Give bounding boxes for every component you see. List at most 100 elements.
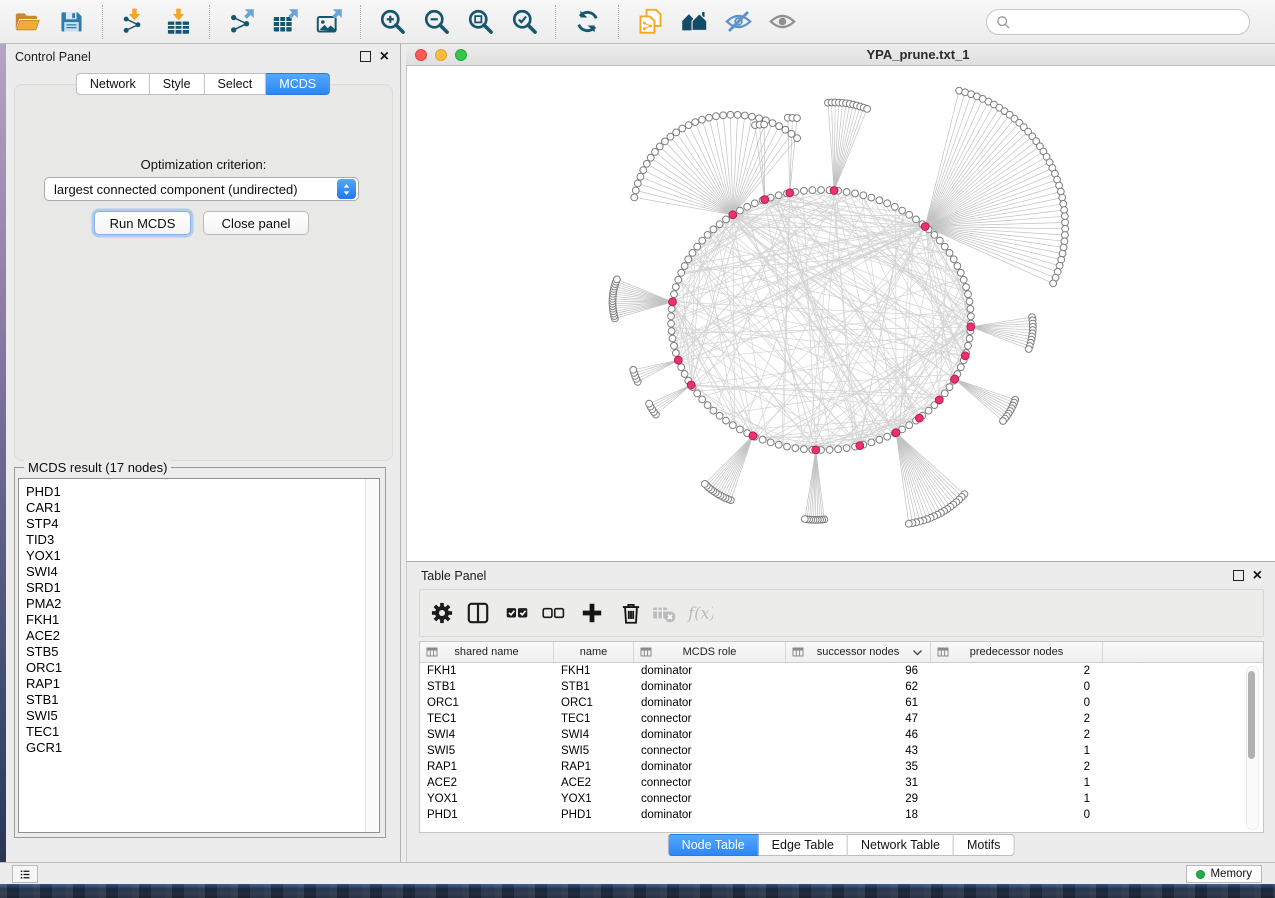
memory-status-dot <box>1196 870 1205 879</box>
select-all-button[interactable] <box>503 600 531 628</box>
mcds-result-item[interactable]: TEC1 <box>19 724 379 740</box>
network-graph[interactable] <box>407 66 1275 561</box>
table-row[interactable]: ORC1ORC1dominator610 <box>420 695 1263 711</box>
toolbar-separator <box>555 5 556 39</box>
mcds-result-item[interactable]: PMA2 <box>19 596 379 612</box>
network-canvas[interactable] <box>406 66 1275 561</box>
column-header-mcds-role[interactable]: MCDS role <box>634 642 786 662</box>
mcds-result-item[interactable]: ACE2 <box>19 628 379 644</box>
table-body: FKH1FKH1dominator962STB1STB1dominator620… <box>420 663 1263 823</box>
zoom-out-button[interactable] <box>415 3 457 41</box>
float-panel-icon[interactable] <box>1233 570 1244 581</box>
table-scrollbar-thumb[interactable] <box>1248 671 1255 759</box>
add-column-icon <box>579 600 605 626</box>
add-column-button[interactable] <box>578 600 606 628</box>
mcds-result-item[interactable]: SWI4 <box>19 564 379 580</box>
mcds-result-item[interactable]: GCR1 <box>19 740 379 756</box>
mcds-result-item[interactable]: SWI5 <box>19 708 379 724</box>
export-network-button[interactable] <box>220 3 262 41</box>
mcds-tab-content <box>14 84 393 461</box>
cell: FKH1 <box>420 665 554 677</box>
window-minimize-icon[interactable] <box>435 49 447 61</box>
table-toolbar: f(x) <box>419 589 1264 637</box>
mcds-result-item[interactable]: STP4 <box>19 516 379 532</box>
table-row[interactable]: RAP1RAP1dominator352 <box>420 759 1263 775</box>
mcds-result-list[interactable]: PHD1CAR1STP4TID3YOX1SWI4SRD1PMA2FKH1ACE2… <box>18 478 380 833</box>
mcds-result-item[interactable]: SRD1 <box>19 580 379 596</box>
export-image-button[interactable] <box>308 3 350 41</box>
deselect-all-button[interactable] <box>539 600 567 628</box>
table-row[interactable]: ACE2ACE2connector311 <box>420 775 1263 791</box>
cell: 2 <box>931 713 1103 725</box>
zoom-selected-button[interactable] <box>503 3 545 41</box>
neighbors-button[interactable] <box>673 3 715 41</box>
table-scrollbar[interactable] <box>1246 666 1259 830</box>
cell: 1 <box>931 745 1103 757</box>
table-row[interactable]: YOX1YOX1connector291 <box>420 791 1263 807</box>
window-close-icon[interactable] <box>415 49 427 61</box>
close-panel-icon[interactable]: × <box>380 52 389 62</box>
mcds-result-item[interactable]: TID3 <box>19 532 379 548</box>
zoom-in-button[interactable] <box>371 3 413 41</box>
window-maximize-icon[interactable] <box>455 49 467 61</box>
close-panel-icon[interactable]: × <box>1253 571 1262 581</box>
save-button[interactable] <box>50 3 92 41</box>
export-table-button[interactable] <box>264 3 306 41</box>
zoom-fit-button[interactable] <box>459 3 501 41</box>
split-view-button[interactable] <box>464 600 492 628</box>
task-history-button[interactable] <box>12 865 38 883</box>
table-row[interactable]: TEC1TEC1connector472 <box>420 711 1263 727</box>
tab-motifs[interactable]: Motifs <box>954 834 1014 856</box>
cell: connector <box>634 793 786 805</box>
table-row[interactable]: SWI4SWI4dominator462 <box>420 727 1263 743</box>
mcds-result-item[interactable]: YOX1 <box>19 548 379 564</box>
cell: PHD1 <box>554 809 634 821</box>
tab-edge-table[interactable]: Edge Table <box>759 834 848 856</box>
run-mcds-button[interactable]: Run MCDS <box>94 211 191 235</box>
mcds-result-item[interactable]: STB1 <box>19 692 379 708</box>
mcds-result-item[interactable]: RAP1 <box>19 676 379 692</box>
copy-network-button[interactable] <box>629 3 671 41</box>
cell: RAP1 <box>420 761 554 773</box>
table-row[interactable]: FKH1FKH1dominator962 <box>420 663 1263 679</box>
open-file-icon <box>13 7 42 36</box>
close-panel-button[interactable]: Close panel <box>203 211 309 235</box>
tab-select[interactable]: Select <box>205 73 267 95</box>
memory-button[interactable]: Memory <box>1186 865 1262 883</box>
status-bar: Memory <box>0 862 1275 884</box>
show-all-button[interactable] <box>761 3 803 41</box>
mcds-result-item[interactable]: STB5 <box>19 644 379 660</box>
import-table-button[interactable] <box>157 3 199 41</box>
show-all-icon <box>768 7 797 36</box>
table-row[interactable]: PHD1PHD1dominator180 <box>420 807 1263 823</box>
open-file-button[interactable] <box>6 3 48 41</box>
import-network-button[interactable] <box>113 3 155 41</box>
mcds-result-item[interactable]: CAR1 <box>19 500 379 516</box>
refresh-button[interactable] <box>566 3 608 41</box>
hide-selected-button[interactable] <box>717 3 759 41</box>
zoom-out-icon <box>422 7 451 36</box>
delete-column-button[interactable] <box>617 600 645 628</box>
table-header-row: shared namenameMCDS rolesuccessor nodesp… <box>420 642 1263 663</box>
table-row[interactable]: SWI5SWI5connector431 <box>420 743 1263 759</box>
column-header-successor-nodes[interactable]: successor nodes <box>786 642 931 662</box>
mcds-result-item[interactable]: FKH1 <box>19 612 379 628</box>
optimization-criterion-select[interactable]: largest connected component (undirected) <box>44 177 359 201</box>
search-box[interactable] <box>986 9 1250 35</box>
toolbar-separator <box>360 5 361 39</box>
mcds-result-item[interactable]: PHD1 <box>19 484 379 500</box>
list-scrollbar[interactable] <box>365 479 379 832</box>
settings-button[interactable] <box>428 600 456 628</box>
mcds-result-item[interactable]: ORC1 <box>19 660 379 676</box>
column-header-shared-name[interactable]: shared name <box>420 642 554 662</box>
tab-network[interactable]: Network <box>76 73 150 95</box>
tab-node-table[interactable]: Node Table <box>668 834 759 856</box>
column-header-predecessor-nodes[interactable]: predecessor nodes <box>931 642 1103 662</box>
search-input[interactable] <box>1016 14 1240 30</box>
column-header-name[interactable]: name <box>554 642 634 662</box>
float-panel-icon[interactable] <box>360 51 371 62</box>
tab-style[interactable]: Style <box>150 73 205 95</box>
tab-network-table[interactable]: Network Table <box>848 834 954 856</box>
table-row[interactable]: STB1STB1dominator620 <box>420 679 1263 695</box>
tab-mcds[interactable]: MCDS <box>266 73 330 95</box>
